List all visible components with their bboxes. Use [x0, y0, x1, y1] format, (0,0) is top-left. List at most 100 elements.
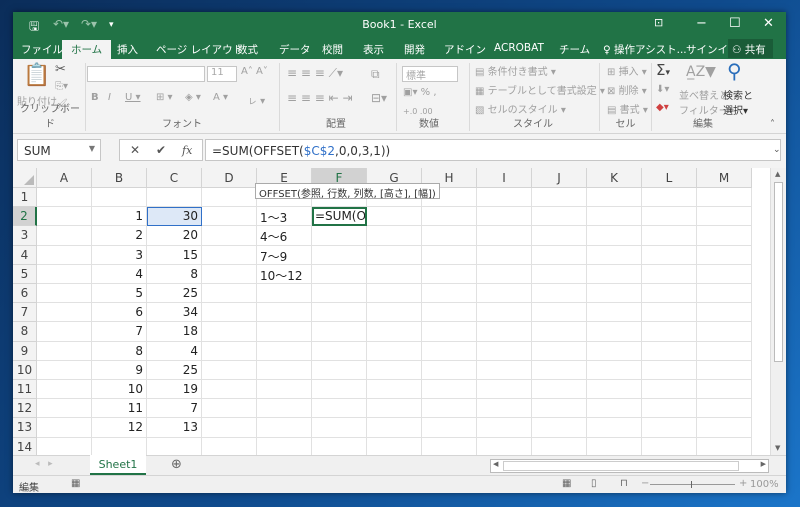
- cell[interactable]: [642, 245, 697, 265]
- cell-c3[interactable]: 20: [147, 226, 202, 246]
- cell[interactable]: [202, 380, 257, 400]
- zoom-out-icon[interactable]: −: [641, 478, 649, 489]
- cell[interactable]: [147, 437, 202, 455]
- cell[interactable]: [367, 284, 422, 304]
- cell[interactable]: [477, 399, 532, 419]
- macro-record-icon[interactable]: ▦: [71, 478, 80, 489]
- cell-b4[interactable]: 3: [92, 245, 147, 265]
- cell[interactable]: [697, 264, 752, 284]
- row-header[interactable]: 10: [13, 360, 37, 380]
- tab-developer[interactable]: 開発: [404, 42, 425, 57]
- add-sheet-icon[interactable]: ⊕: [171, 457, 182, 472]
- cell[interactable]: [477, 360, 532, 380]
- cell-b7[interactable]: 6: [92, 303, 147, 323]
- cell-b8[interactable]: 7: [92, 322, 147, 342]
- cell[interactable]: [697, 226, 752, 246]
- cell[interactable]: [367, 418, 422, 438]
- cell-c8[interactable]: 18: [147, 322, 202, 342]
- cell[interactable]: [367, 360, 422, 380]
- scroll-left-icon[interactable]: ◀: [493, 460, 498, 468]
- cell-f2[interactable]: =SUM(OF: [312, 207, 367, 227]
- cell[interactable]: [642, 380, 697, 400]
- font-size-select[interactable]: 11: [207, 66, 237, 82]
- cell[interactable]: [642, 399, 697, 419]
- cell[interactable]: [422, 341, 477, 361]
- cell[interactable]: [422, 322, 477, 342]
- row-header[interactable]: 2: [13, 207, 37, 227]
- cell[interactable]: [37, 380, 92, 400]
- cell-c9[interactable]: 4: [147, 341, 202, 361]
- cell[interactable]: [532, 284, 587, 304]
- cell[interactable]: [642, 264, 697, 284]
- column-header-k[interactable]: K: [587, 168, 642, 188]
- find-select-button[interactable]: 検索と 選択▾: [723, 87, 753, 117]
- cell[interactable]: [587, 341, 642, 361]
- cell[interactable]: [367, 207, 422, 227]
- cell-b13[interactable]: 12: [92, 418, 147, 438]
- zoom-slider-thumb[interactable]: [691, 481, 692, 488]
- cell[interactable]: [37, 264, 92, 284]
- cut-icon[interactable]: ✂: [55, 62, 66, 77]
- cell-c10[interactable]: 25: [147, 360, 202, 380]
- cell[interactable]: [367, 264, 422, 284]
- page-layout-view-icon[interactable]: ▯: [591, 478, 597, 489]
- cell[interactable]: [587, 399, 642, 419]
- zoom-in-icon[interactable]: +: [739, 478, 747, 489]
- cell[interactable]: [477, 322, 532, 342]
- cell[interactable]: [37, 437, 92, 455]
- cell[interactable]: [697, 207, 752, 227]
- wrap-text-icon[interactable]: ⧉: [371, 67, 380, 82]
- row-header[interactable]: 9: [13, 341, 37, 361]
- zoom-slider[interactable]: [650, 481, 735, 488]
- column-header-b[interactable]: B: [92, 168, 147, 188]
- search-icon[interactable]: ⚲: [727, 59, 742, 83]
- cell[interactable]: [697, 322, 752, 342]
- cell[interactable]: [532, 418, 587, 438]
- font-color-icon[interactable]: A ▾: [213, 92, 228, 103]
- row-header[interactable]: 14: [13, 437, 37, 455]
- cell[interactable]: [202, 399, 257, 419]
- cell[interactable]: [37, 322, 92, 342]
- delete-cells-button[interactable]: ⊠ 削除 ▾: [607, 82, 647, 97]
- cell[interactable]: [92, 188, 147, 208]
- cell[interactable]: [37, 207, 92, 227]
- cell[interactable]: [37, 341, 92, 361]
- cell[interactable]: [532, 380, 587, 400]
- cell[interactable]: [367, 399, 422, 419]
- cell[interactable]: [147, 188, 202, 208]
- number-format-select[interactable]: 標準: [402, 66, 458, 82]
- sort-filter-icon[interactable]: A̲Z▼: [686, 64, 716, 80]
- zoom-level[interactable]: 100%: [750, 479, 779, 490]
- cancel-icon[interactable]: ✕: [130, 143, 140, 157]
- cell[interactable]: [697, 341, 752, 361]
- cell[interactable]: [422, 303, 477, 323]
- fill-color-icon[interactable]: ◈ ▾: [185, 92, 201, 103]
- cell[interactable]: [532, 264, 587, 284]
- cell[interactable]: [257, 303, 312, 323]
- cell[interactable]: [367, 303, 422, 323]
- cell-b2[interactable]: 1: [92, 207, 147, 227]
- autosum-icon[interactable]: Σ▾: [656, 61, 670, 79]
- column-header-l[interactable]: L: [642, 168, 697, 188]
- cell[interactable]: [477, 418, 532, 438]
- cell-c6[interactable]: 25: [147, 284, 202, 304]
- cell[interactable]: [422, 418, 477, 438]
- select-all-corner[interactable]: [13, 168, 37, 188]
- share-button[interactable]: ⚇ 共有: [728, 39, 773, 58]
- cell[interactable]: [422, 399, 477, 419]
- scroll-right-icon[interactable]: ▶: [761, 460, 766, 468]
- cell[interactable]: [312, 226, 367, 246]
- cell-e5[interactable]: 10〜12: [257, 264, 312, 284]
- page-break-view-icon[interactable]: ⊓: [620, 478, 628, 489]
- cell[interactable]: [642, 437, 697, 455]
- row-header[interactable]: 4: [13, 245, 37, 265]
- cell[interactable]: [422, 284, 477, 304]
- cell[interactable]: [367, 380, 422, 400]
- cell-b3[interactable]: 2: [92, 226, 147, 246]
- horizontal-scrollbar[interactable]: ◀ ▶: [490, 459, 769, 473]
- underline-button[interactable]: U ▾: [125, 92, 141, 103]
- cell[interactable]: [202, 341, 257, 361]
- cell[interactable]: [587, 418, 642, 438]
- column-header-m[interactable]: M: [697, 168, 752, 188]
- phonetic-icon[interactable]: ㇾ ▾: [247, 92, 265, 107]
